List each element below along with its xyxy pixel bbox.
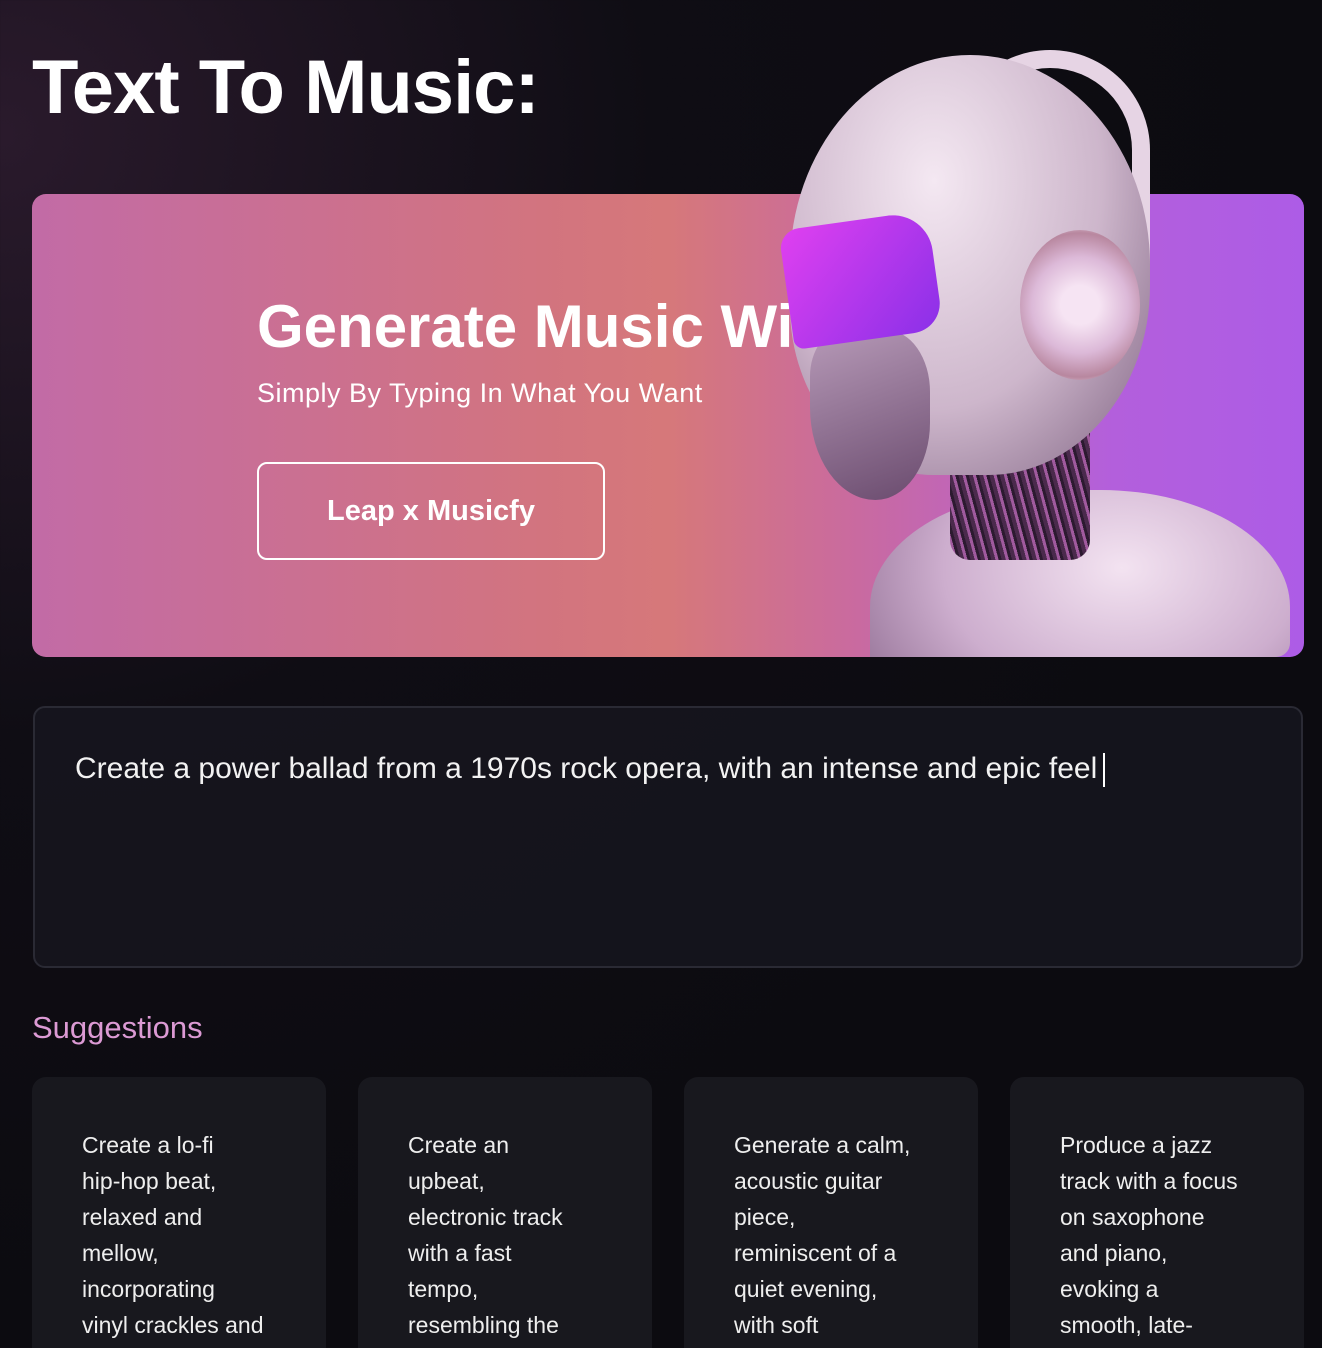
prompt-textarea[interactable]: Create a power ballad from a 1970s rock … xyxy=(33,706,1303,968)
hero-subtitle: Simply By Typing In What You Want xyxy=(257,378,703,408)
suggestions-label: Suggestions xyxy=(32,1010,203,1045)
suggestion-card[interactable]: Generate a calm, acoustic guitar piece, … xyxy=(684,1077,978,1348)
robot-face xyxy=(810,330,930,500)
suggestion-card[interactable]: Produce a jazz track with a focus on sax… xyxy=(1010,1077,1304,1348)
page-title: Text To Music: xyxy=(32,45,540,130)
hero-heading: Generate Music With AI xyxy=(257,293,797,360)
robot-headphones-image xyxy=(770,50,1290,657)
suggestion-card[interactable]: Create a lo-fi hip-hop beat, relaxed and… xyxy=(32,1077,326,1348)
robot-visor xyxy=(778,210,944,350)
text-caret xyxy=(1103,753,1106,788)
headphone-ear-cup xyxy=(1020,230,1140,380)
leap-musicfy-button[interactable]: Leap x Musicfy xyxy=(257,462,605,560)
prompt-text: Create a power ballad from a 1970s rock … xyxy=(75,752,1098,785)
suggestion-card[interactable]: Create an upbeat, electronic track with … xyxy=(358,1077,652,1348)
